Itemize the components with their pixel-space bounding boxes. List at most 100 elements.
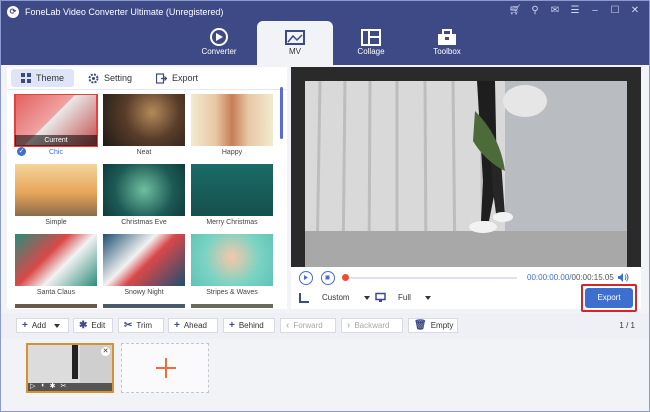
minimize-icon[interactable]: – [587, 4, 603, 18]
close-icon[interactable]: ✕ [627, 4, 643, 18]
stop-icon [325, 275, 330, 280]
tab-mv[interactable]: MV [257, 21, 333, 65]
add-clip-slot[interactable] [121, 343, 209, 393]
plus-icon [156, 358, 176, 378]
theme-thumbnail [191, 94, 273, 146]
timeline-clip[interactable]: ✕ ▷ ◖ ✱ ✂ [26, 343, 114, 393]
theme-thumbnail [103, 234, 185, 286]
progress-track[interactable] [347, 277, 517, 279]
monitor-icon [375, 292, 386, 302]
trash-icon: 🗑︎ [414, 320, 427, 331]
cart-icon[interactable]: 🛒︎ [507, 4, 523, 18]
menu-icon[interactable]: ☰ [567, 4, 583, 18]
subtab-theme[interactable]: Theme [11, 69, 75, 87]
app-window: ⟳ FoneLab Video Converter Ultimate (Unre… [0, 0, 650, 412]
theme-grid: Current ✓ Chic Neat Happy Simple Christm… [13, 94, 275, 308]
insert-after-icon: + [229, 320, 235, 331]
volume-icon[interactable]: ◖ [40, 382, 44, 390]
button-label: Ahead [183, 321, 207, 330]
button-label: Add [31, 321, 47, 330]
aspect-select[interactable]: Custom [299, 292, 370, 303]
stop-button[interactable] [321, 271, 335, 285]
theme-item-santa-claus[interactable]: Santa Claus [15, 234, 97, 296]
close-icon[interactable]: ✕ [101, 347, 110, 356]
maximize-icon[interactable]: ☐ [607, 4, 623, 18]
scissors-icon[interactable]: ✂ [61, 382, 67, 390]
theme-thumbnail [191, 304, 273, 308]
theme-item-simple[interactable]: Simple [15, 164, 97, 226]
fit-value: Full [398, 293, 411, 302]
theme-item-partial[interactable] [15, 304, 97, 308]
theme-item-merry-christmas[interactable]: Merry Christmas [191, 164, 273, 226]
chevron-down-icon [54, 323, 61, 328]
theme-thumbnail [103, 304, 185, 308]
theme-thumbnail [103, 94, 185, 146]
toolbox-icon [438, 29, 456, 45]
forward-button[interactable]: ‹ Forward [280, 318, 336, 333]
aspect-value: Custom [322, 293, 350, 302]
theme-label: Snowy Night [124, 289, 164, 296]
button-label: Edit [91, 321, 106, 330]
backward-button[interactable]: › Backward [341, 318, 403, 333]
edit-icon[interactable]: ✱ [50, 382, 56, 390]
button-label: Behind [238, 321, 264, 330]
add-button[interactable]: + Add [16, 318, 69, 333]
tab-collage[interactable]: Collage [333, 21, 409, 65]
theme-item-partial[interactable] [191, 304, 273, 308]
theme-thumbnail [15, 234, 97, 286]
preview-frame [305, 81, 627, 267]
theme-thumbnail [15, 304, 97, 308]
magic-wand-icon: ✱ [79, 320, 88, 331]
progress-handle[interactable] [342, 274, 349, 281]
button-label: Empty [430, 321, 454, 330]
theme-item-partial[interactable] [103, 304, 185, 308]
tab-converter[interactable]: Converter [181, 21, 257, 65]
volume-icon[interactable] [617, 272, 629, 283]
theme-label: Chic [48, 149, 63, 156]
ahead-button[interactable]: + Ahead [168, 318, 218, 333]
chevron-down-icon [363, 295, 370, 300]
subtab-export[interactable]: Export [146, 69, 208, 87]
feedback-icon[interactable]: ✉ [547, 4, 563, 18]
collage-icon [361, 29, 381, 46]
account-icon[interactable]: ⚲ [527, 4, 543, 18]
trim-button[interactable]: ✂ Trim [118, 318, 164, 333]
theme-label: Santa Claus [36, 289, 76, 296]
clip-timeline: ✕ ▷ ◖ ✱ ✂ [1, 339, 649, 411]
theme-item-christmas-eve[interactable]: Christmas Eve [103, 164, 185, 226]
button-label: Trim [136, 321, 153, 330]
theme-label: Simple [45, 219, 67, 226]
tab-label: MV [289, 47, 301, 56]
tab-toolbox[interactable]: Toolbox [409, 21, 485, 65]
play-button[interactable] [299, 271, 313, 285]
theme-label: Stripes & Waves [206, 289, 258, 296]
grid-icon [21, 73, 31, 83]
chevron-right-icon: › [347, 320, 351, 331]
theme-item-snowy-night[interactable]: Snowy Night [103, 234, 185, 296]
export-button[interactable]: Export [585, 288, 633, 308]
clip-controls: ▷ ◖ ✱ ✂ [30, 382, 66, 390]
theme-item-happy[interactable]: Happy [191, 94, 273, 156]
theme-panel: Theme Setting Export Current ✓ Chic Neat… [7, 67, 287, 309]
theme-scrollbar[interactable] [280, 87, 283, 139]
converter-icon [210, 28, 228, 46]
empty-button[interactable]: 🗑︎ Empty [408, 318, 458, 333]
play-icon[interactable]: ▷ [30, 382, 35, 390]
theme-item-chic[interactable]: Current ✓ Chic [14, 94, 98, 156]
subtab-setting[interactable]: Setting [78, 69, 142, 87]
play-icon [304, 275, 308, 280]
main-nav: Converter MV Collage Toolbox [181, 21, 485, 65]
theme-item-stripes-waves[interactable]: Stripes & Waves [191, 234, 273, 296]
behind-button[interactable]: + Behind [223, 318, 275, 333]
time-readout: 00:00:00.00/00:00:15.05 [527, 273, 614, 282]
app-logo-icon: ⟳ [7, 6, 19, 18]
theme-item-neat[interactable]: Neat [103, 94, 185, 156]
current-time: 00:00:00.00 [527, 273, 570, 282]
insert-before-icon: + [174, 320, 180, 331]
export-icon [156, 72, 168, 84]
export-highlight: Export [581, 284, 637, 312]
page-count: 1 / 1 [619, 321, 635, 330]
tab-label: Toolbox [433, 47, 461, 56]
edit-button[interactable]: ✱ Edit [73, 318, 113, 333]
fit-select[interactable]: Full [375, 292, 431, 303]
